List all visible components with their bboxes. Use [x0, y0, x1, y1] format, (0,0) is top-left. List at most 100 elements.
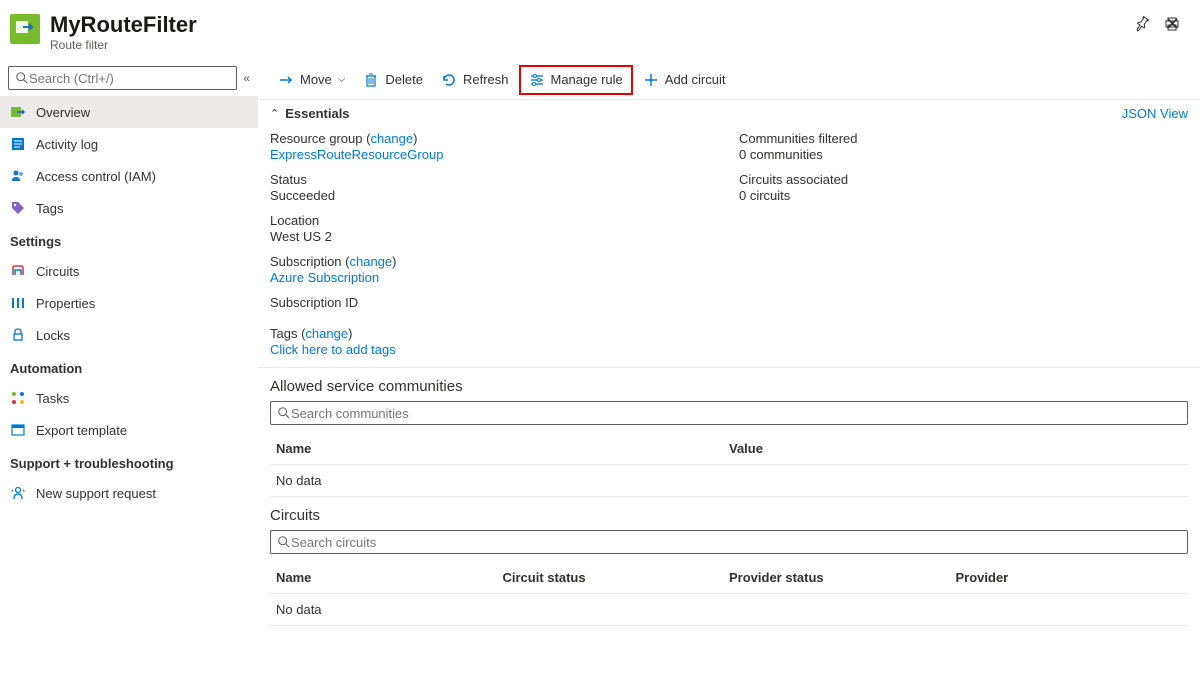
- add-circuit-button[interactable]: Add circuit: [635, 65, 734, 95]
- refresh-icon: [441, 72, 457, 88]
- sidebar-item-tags[interactable]: Tags: [0, 192, 258, 224]
- sidebar-item-label: Tasks: [36, 391, 69, 406]
- delete-label: Delete: [385, 72, 423, 87]
- communities-table: Name Value No data: [270, 433, 1188, 497]
- move-button[interactable]: Move ⌵: [270, 65, 353, 95]
- close-icon[interactable]: ✕: [1165, 14, 1180, 35]
- communities-search-input[interactable]: [291, 406, 1181, 421]
- col-provider-status: Provider status: [729, 570, 956, 585]
- sidebar-search[interactable]: [8, 66, 237, 90]
- sidebar-item-overview[interactable]: Overview: [0, 96, 258, 128]
- communities-no-data: No data: [270, 465, 1188, 497]
- sidebar-item-label: Circuits: [36, 264, 79, 279]
- col-name: Name: [276, 570, 503, 585]
- essentials-collapse-icon[interactable]: ⌃: [270, 107, 279, 120]
- activity-log-icon: [10, 136, 26, 152]
- manage-rule-button[interactable]: Manage rule: [519, 65, 633, 95]
- circuits-title: Circuits: [258, 497, 1200, 530]
- add-tags-link[interactable]: Click here to add tags: [270, 342, 1188, 357]
- circuits-no-data: No data: [270, 594, 1188, 626]
- manage-rule-icon: [529, 72, 545, 88]
- export-template-icon: [10, 422, 26, 438]
- sidebar-section-settings: Settings: [0, 224, 258, 255]
- circuits-icon: [10, 263, 26, 279]
- json-view-link[interactable]: JSON View: [1122, 106, 1188, 121]
- add-icon: [643, 72, 659, 88]
- communities-search[interactable]: [270, 401, 1188, 425]
- sidebar-item-label: Properties: [36, 296, 95, 311]
- support-icon: [10, 485, 26, 501]
- pin-icon[interactable]: [1134, 16, 1150, 32]
- sidebar-section-support: Support + troubleshooting: [0, 446, 258, 477]
- search-icon: [277, 406, 291, 420]
- search-icon: [15, 71, 29, 85]
- col-provider: Provider: [956, 570, 1183, 585]
- properties-icon: [10, 295, 26, 311]
- locks-icon: [10, 327, 26, 343]
- ess-subscription: Subscription (change) Azure Subscription: [270, 254, 719, 285]
- page-header: MyRouteFilter Route filter ✕: [0, 0, 1200, 60]
- chevron-down-icon: ⌵: [338, 74, 346, 85]
- delete-button[interactable]: Delete: [355, 65, 431, 95]
- ess-status: Status Succeeded: [270, 172, 719, 203]
- tags-change-link[interactable]: change: [305, 326, 348, 341]
- search-input[interactable]: [29, 71, 230, 86]
- sidebar-item-label: Export template: [36, 423, 127, 438]
- sidebar-item-locks[interactable]: Locks: [0, 319, 258, 351]
- move-icon: [278, 72, 294, 88]
- sidebar-item-access-control[interactable]: Access control (IAM): [0, 160, 258, 192]
- manage-rule-label: Manage rule: [551, 72, 623, 87]
- tags-icon: [10, 200, 26, 216]
- rg-change-link[interactable]: change: [370, 131, 413, 146]
- page-title: MyRouteFilter: [50, 12, 1126, 38]
- communities-title: Allowed service communities: [258, 368, 1200, 401]
- sidebar-item-tasks[interactable]: Tasks: [0, 382, 258, 414]
- move-label: Move: [300, 72, 332, 87]
- sidebar-item-circuits[interactable]: Circuits: [0, 255, 258, 287]
- col-circuit-status: Circuit status: [503, 570, 730, 585]
- main-content: Move ⌵ Delete Refresh Manage rule: [258, 60, 1200, 680]
- circuits-search-input[interactable]: [291, 535, 1181, 550]
- resource-group-link[interactable]: ExpressRouteResourceGroup: [270, 147, 719, 162]
- search-icon: [277, 535, 291, 549]
- collapse-sidebar-icon[interactable]: «: [243, 71, 250, 85]
- sub-change-link[interactable]: change: [350, 254, 393, 269]
- col-name: Name: [276, 441, 729, 456]
- essentials-title: Essentials: [285, 106, 1122, 121]
- refresh-label: Refresh: [463, 72, 509, 87]
- delete-icon: [363, 72, 379, 88]
- circuits-search[interactable]: [270, 530, 1188, 554]
- tasks-icon: [10, 390, 26, 406]
- sidebar-item-new-support[interactable]: New support request: [0, 477, 258, 509]
- sidebar: « Overview Activity log Access control (…: [0, 60, 258, 680]
- subscription-link[interactable]: Azure Subscription: [270, 270, 719, 285]
- ess-circuits-associated: Circuits associated 0 circuits: [739, 172, 1188, 203]
- refresh-button[interactable]: Refresh: [433, 65, 517, 95]
- ess-resource-group: Resource group (change) ExpressRouteReso…: [270, 131, 719, 162]
- sidebar-item-properties[interactable]: Properties: [0, 287, 258, 319]
- ess-location: Location West US 2: [270, 213, 719, 244]
- add-circuit-label: Add circuit: [665, 72, 726, 87]
- sidebar-item-label: Overview: [36, 105, 90, 120]
- sidebar-item-label: New support request: [36, 486, 156, 501]
- circuits-table: Name Circuit status Provider status Prov…: [270, 562, 1188, 626]
- sidebar-item-activity-log[interactable]: Activity log: [0, 128, 258, 160]
- access-control-icon: [10, 168, 26, 184]
- circuits-header-row: Name Circuit status Provider status Prov…: [270, 562, 1188, 594]
- essentials-header: ⌃ Essentials JSON View: [258, 100, 1200, 127]
- ess-subscription-id: Subscription ID: [270, 295, 719, 310]
- page-subtitle: Route filter: [50, 38, 1126, 52]
- toolbar: Move ⌵ Delete Refresh Manage rule: [258, 60, 1200, 100]
- overview-icon: [10, 104, 26, 120]
- sidebar-item-label: Locks: [36, 328, 70, 343]
- sidebar-section-automation: Automation: [0, 351, 258, 382]
- communities-header-row: Name Value: [270, 433, 1188, 465]
- ess-communities-filtered: Communities filtered 0 communities: [739, 131, 1188, 162]
- sidebar-item-label: Activity log: [36, 137, 98, 152]
- col-value: Value: [729, 441, 1182, 456]
- sidebar-item-label: Access control (IAM): [36, 169, 156, 184]
- ess-tags: Tags (change) Click here to add tags: [270, 326, 1188, 357]
- route-filter-icon: [10, 14, 40, 44]
- sidebar-item-export-template[interactable]: Export template: [0, 414, 258, 446]
- essentials-body: Resource group (change) ExpressRouteReso…: [258, 127, 1200, 368]
